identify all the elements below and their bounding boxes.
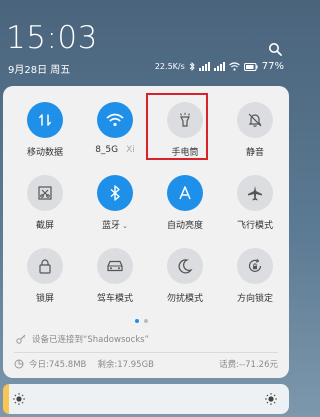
- device-connection-text: 设备已连接到“Shadowsocks”: [32, 335, 150, 345]
- brightness-high-icon: [265, 393, 277, 405]
- phone-balance: 话费:--71.26元: [219, 360, 278, 370]
- device-connection-row[interactable]: 设备已连接到“Shadowsocks”: [16, 333, 149, 345]
- quick-settings-panel: 移动数据 8_5G Xi 手电筒 静音 截屏 蓝牙 ⌄ 自动亮度 飞行模式 锁屏…: [3, 86, 289, 378]
- data-usage-icon: [14, 359, 24, 369]
- tile-auto-brightness[interactable]: 自动亮度: [150, 175, 220, 231]
- tile-label: 驾车模式: [96, 294, 133, 304]
- tile-airplane[interactable]: 飞行模式: [220, 175, 290, 231]
- tile-label: 自动亮度: [166, 221, 203, 231]
- tile-label: 锁屏: [35, 294, 54, 304]
- tile-mobile-data[interactable]: 移动数据: [10, 102, 80, 158]
- page-dot: [144, 319, 148, 323]
- battery-percent: 77%: [261, 61, 284, 72]
- tile-label: 勿扰模式: [166, 294, 203, 304]
- tile-do-not-disturb[interactable]: 勿扰模式: [150, 248, 220, 304]
- mute-icon: [237, 102, 273, 138]
- bluetooth-status-icon: [189, 62, 195, 71]
- tile-label: 静音: [245, 148, 264, 158]
- airplane-icon: [237, 175, 273, 211]
- tile-wifi[interactable]: 8_5G Xi: [80, 102, 150, 155]
- today-usage: 今日:745.8MB: [29, 360, 87, 370]
- tile-label: 飞行模式: [236, 221, 273, 231]
- screenshot-icon: [27, 175, 63, 211]
- tile-rotation-lock[interactable]: 方向锁定: [220, 248, 290, 304]
- wifi-status-icon: [228, 62, 240, 71]
- status-bar: 22.5K/s 77%: [155, 61, 284, 72]
- signal-icon: [198, 62, 210, 71]
- tile-lock-screen[interactable]: 锁屏: [10, 248, 80, 304]
- tile-bluetooth[interactable]: 蓝牙 ⌄: [80, 175, 150, 231]
- expand-icon: ⌄: [122, 222, 128, 230]
- tile-driving-mode[interactable]: 驾车模式: [80, 248, 150, 304]
- search-icon[interactable]: [268, 42, 282, 56]
- bluetooth-icon: [97, 175, 133, 211]
- moon-icon: [167, 248, 203, 284]
- brightness-slider[interactable]: [3, 384, 289, 414]
- tile-label: 方向锁定: [236, 294, 273, 304]
- wifi-label-peek: Xi: [126, 145, 135, 155]
- divider: [14, 352, 278, 353]
- tile-label: 蓝牙 ⌄: [80, 218, 150, 231]
- bluetooth-label: 蓝牙: [102, 221, 121, 231]
- wifi-icon: [97, 102, 133, 138]
- page-dot-active: [135, 319, 139, 323]
- tile-label: 移动数据: [26, 148, 63, 158]
- tile-label: 8_5G Xi: [80, 145, 150, 155]
- tile-screenshot[interactable]: 截屏: [10, 175, 80, 231]
- date-label: 9月28日 周五: [8, 65, 71, 76]
- lock-icon: [27, 248, 63, 284]
- brightness-low-icon: [13, 393, 25, 405]
- clock-time: 15:03: [6, 20, 98, 56]
- remaining-storage: 剩余:17.95GB: [97, 360, 154, 370]
- data-usage-row[interactable]: 今日:745.8MB 剩余:17.95GB 话费:--71.26元: [14, 358, 278, 370]
- car-icon: [97, 248, 133, 284]
- tile-mute[interactable]: 静音: [220, 102, 290, 158]
- auto-brightness-icon: [167, 175, 203, 211]
- signal-icon-2: [213, 62, 225, 71]
- key-icon: [16, 334, 26, 344]
- battery-icon: [243, 62, 258, 71]
- flashlight-highlight-box: [146, 93, 208, 160]
- rotation-lock-icon: [237, 248, 273, 284]
- brightness-fill: [3, 384, 9, 414]
- mobile-data-icon: [27, 102, 63, 138]
- tile-label: 截屏: [35, 221, 54, 231]
- network-speed: 22.5K/s: [154, 62, 185, 71]
- page-indicator[interactable]: [135, 319, 148, 323]
- wifi-ssid: 8_5G: [95, 145, 119, 155]
